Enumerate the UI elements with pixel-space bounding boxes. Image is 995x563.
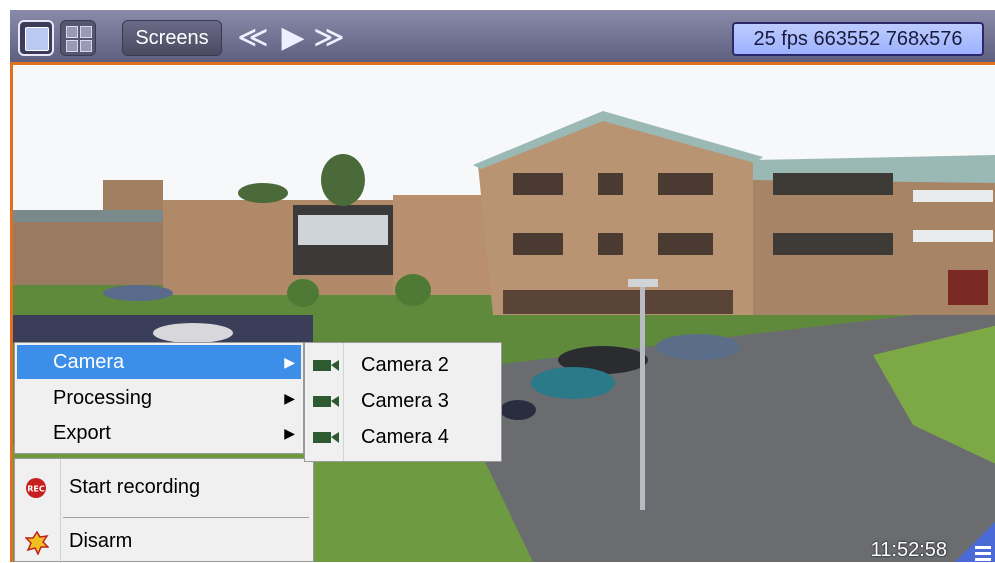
toolbar: Screens ≪ ▶ ≫ 25 fps 663552 768x576 — [10, 10, 995, 65]
disarm-item[interactable]: Disarm — [15, 521, 311, 561]
submenu-item-camera-2[interactable]: Camera 2 — [305, 347, 501, 383]
menu-separator — [63, 517, 309, 518]
context-menu-actions: REC Start recording Disarm — [14, 458, 314, 563]
fast-forward-icon[interactable]: ≫ — [312, 18, 346, 58]
play-icon[interactable]: ▶ — [276, 18, 310, 58]
context-menu: Camera ▶ Processing ▶ Export ▶ — [14, 342, 304, 454]
submenu-arrow-icon: ▶ — [284, 425, 295, 441]
menu-item-label: Export — [53, 422, 111, 444]
menu-item-label: Disarm — [69, 530, 133, 552]
menu-item-label: Start recording — [69, 476, 201, 498]
submenu-arrow-icon: ▶ — [284, 390, 295, 406]
menu-item-processing[interactable]: Processing ▶ — [17, 381, 301, 415]
menu-item-camera[interactable]: Camera ▶ — [17, 345, 301, 379]
screens-button[interactable]: Screens — [122, 20, 222, 56]
menu-item-label: Processing — [53, 387, 152, 409]
submenu-item-label: Camera 2 — [361, 354, 449, 376]
menu-item-label: Camera — [53, 351, 125, 373]
grid-view-icon — [66, 26, 78, 38]
single-view-icon — [25, 27, 49, 51]
submenu-item-label: Camera 3 — [361, 390, 449, 412]
camera-icon — [313, 360, 339, 371]
stream-status: 25 fps 663552 768x576 — [732, 22, 984, 56]
rec-icon: REC — [26, 478, 46, 498]
disarm-icon — [25, 531, 49, 555]
svg-text:REC: REC — [27, 485, 45, 494]
rewind-icon[interactable]: ≪ — [236, 18, 270, 58]
start-recording-item[interactable]: REC Start recording — [15, 467, 311, 507]
camera-icon — [313, 432, 339, 443]
grid-view-button[interactable] — [60, 20, 96, 56]
camera-icon — [313, 396, 339, 407]
camera-submenu: Camera 2 Camera 3 Camera 4 — [304, 342, 502, 462]
menu-icon[interactable] — [955, 522, 995, 562]
menu-item-export[interactable]: Export ▶ — [17, 416, 301, 450]
submenu-item-camera-3[interactable]: Camera 3 — [305, 383, 501, 419]
timestamp: 11:52:58 — [870, 539, 947, 561]
submenu-arrow-icon: ▶ — [284, 354, 295, 370]
single-view-button[interactable] — [18, 20, 54, 56]
submenu-item-camera-4[interactable]: Camera 4 — [305, 419, 501, 455]
submenu-item-label: Camera 4 — [361, 426, 449, 448]
